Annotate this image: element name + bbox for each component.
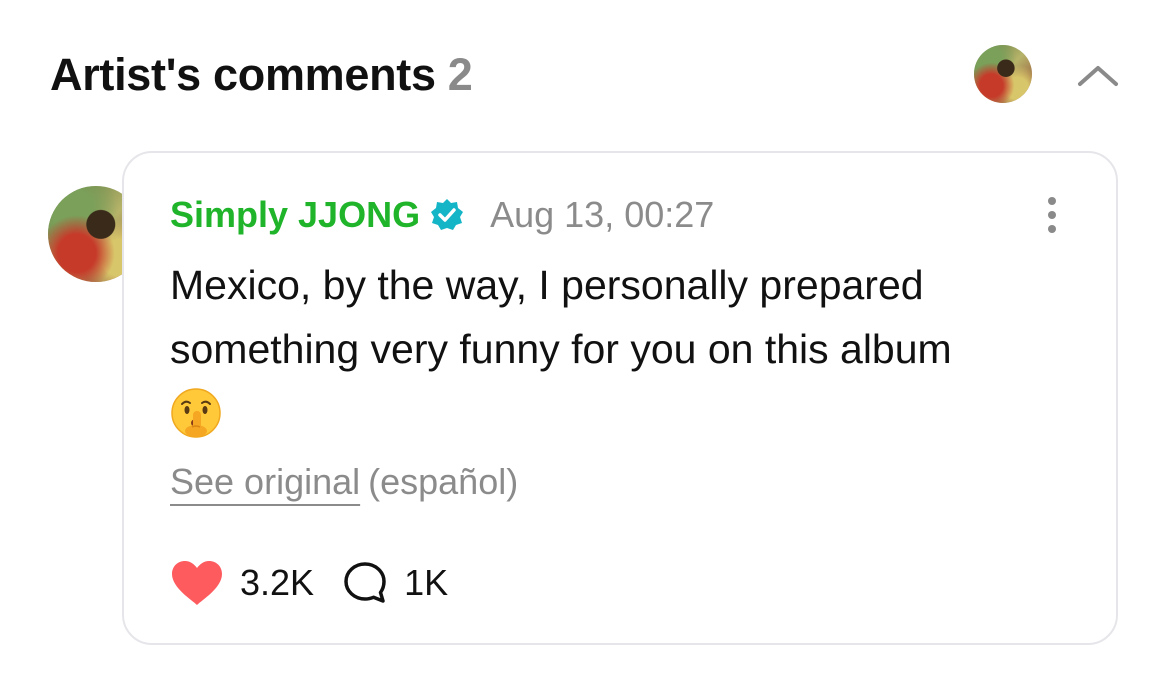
- comment-bubble-icon: [344, 562, 386, 603]
- reply-button[interactable]: 1K: [342, 560, 448, 606]
- section-title: Artist's comments 2: [50, 49, 473, 101]
- artist-avatar-image: [974, 45, 1032, 103]
- more-vertical-icon-dot: [1048, 197, 1056, 205]
- comment-actions: 3.2K 1K: [170, 557, 448, 609]
- original-language: (español): [368, 461, 519, 502]
- like-count: 3.2K: [240, 562, 315, 603]
- comment-card: Simply JJONG Aug 13, 00:27 Mexico, by th…: [122, 151, 1118, 645]
- like-button[interactable]: 3.2K: [170, 559, 314, 607]
- comments-header: Artist's comments 2: [50, 45, 1120, 105]
- comment-body: Mexico, by the way, I personally prepare…: [170, 253, 1070, 445]
- section-title-label: Artist's comments: [50, 49, 436, 100]
- artist-avatar[interactable]: [974, 45, 1032, 103]
- author-name[interactable]: Simply JJONG: [170, 194, 420, 236]
- comment-emoji-line: [170, 381, 1070, 445]
- collapse-button[interactable]: [1076, 53, 1120, 97]
- heart-icon: [172, 561, 222, 605]
- chevron-up-icon: [1078, 66, 1118, 86]
- verified-badge-icon: [431, 199, 464, 230]
- comment-timestamp: Aug 13, 00:27: [490, 194, 715, 235]
- more-options-button[interactable]: [1042, 193, 1062, 237]
- more-vertical-icon-dot: [1048, 225, 1056, 233]
- comment-count: 2: [447, 49, 473, 100]
- see-original-link[interactable]: See original: [170, 461, 360, 502]
- shushing-face-icon: [171, 388, 221, 438]
- comment-text-line: something very funny for you on this alb…: [170, 326, 952, 372]
- more-vertical-icon-dot: [1048, 211, 1056, 219]
- comment-meta: Simply JJONG Aug 13, 00:27: [170, 193, 714, 237]
- translation-note: See original (español): [170, 461, 518, 503]
- comment-text-line: Mexico, by the way, I personally prepare…: [170, 262, 924, 308]
- reply-count: 1K: [404, 562, 449, 603]
